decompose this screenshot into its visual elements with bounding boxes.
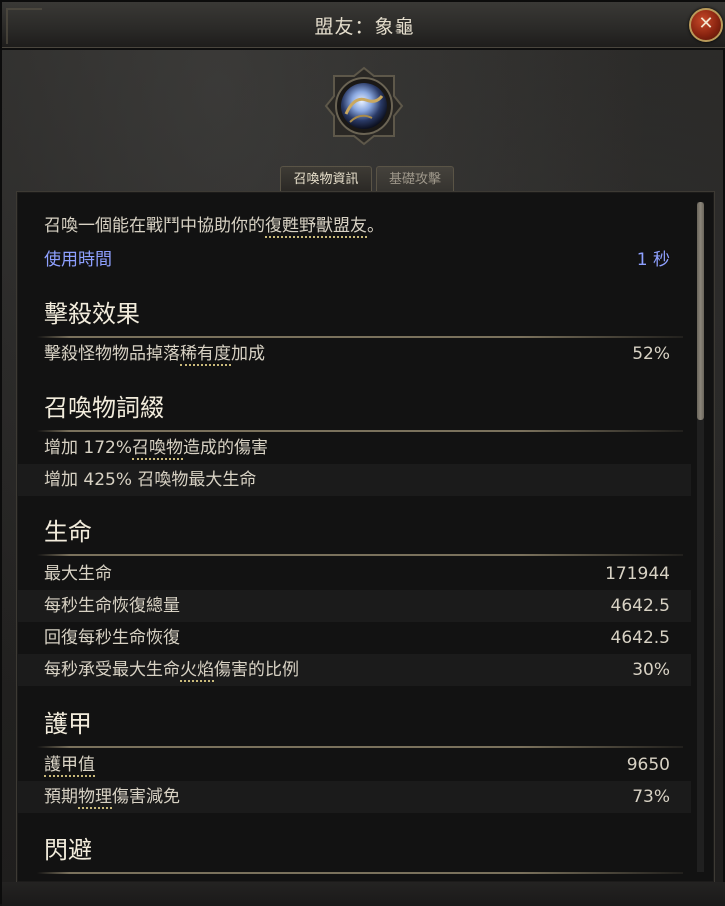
duration-row: 使用時間 1 秒 [17, 244, 691, 276]
keyword-link[interactable]: 復甦野獸盟友 [265, 216, 367, 238]
keyword-link[interactable]: 稀有度 [180, 344, 231, 366]
description-text: 召喚一個能在戰鬥中協助你的 [44, 216, 265, 236]
stat-row: 擊殺怪物物品掉落稀有度加成 52% [17, 338, 691, 370]
stat-label: 每秒生命恢復總量 [44, 596, 180, 616]
section-armor: 護甲 [17, 706, 691, 748]
stat-value: 30% [632, 660, 670, 680]
section-heading: 閃避 [44, 836, 92, 864]
stat-row: 增加 425% 召喚物最大生命 [17, 464, 691, 496]
keyword-link[interactable]: 物理 [78, 787, 112, 809]
stat-row: 每秒承受最大生命火焰傷害的比例 30% [17, 654, 691, 686]
description-suffix: 。 [367, 216, 384, 236]
summon-orb-icon [324, 66, 404, 146]
close-button[interactable]: ✕ [689, 8, 723, 42]
stat-label-suffix: 傷害減免 [112, 787, 180, 807]
stat-value: 4642.5 [610, 596, 670, 616]
stat-row: 預期物理傷害減免 73% [17, 781, 691, 813]
keyword-link[interactable]: 召喚物 [132, 438, 184, 460]
scrollbar-thumb[interactable] [697, 202, 704, 420]
keyword-link[interactable]: 護甲值 [44, 755, 95, 777]
section-heading: 擊殺效果 [44, 300, 140, 328]
description-row: 召喚一個能在戰鬥中協助你的復甦野獸盟友。 [17, 210, 691, 242]
stat-value: 52% [632, 344, 670, 364]
stat-value: 73% [632, 787, 670, 807]
stat-row: 護甲值 9650 [17, 749, 691, 781]
section-divider [37, 872, 683, 874]
stat-value: 9650 [626, 755, 670, 775]
stat-label: 增加 172% [44, 438, 133, 458]
stat-label: 擊殺怪物物品掉落 [44, 344, 180, 364]
stat-label-suffix: 加成 [231, 344, 265, 364]
info-scroll-content[interactable]: 召喚一個能在戰鬥中協助你的復甦野獸盟友。 使用時間 1 秒 擊殺效果 擊殺怪物物… [17, 192, 714, 882]
section-heading: 生命 [44, 518, 92, 546]
stat-value: 171944 [605, 564, 670, 584]
stat-label: 每秒承受最大生命 [44, 660, 180, 680]
window-bottom-frame [2, 882, 725, 906]
section-heading: 護甲 [44, 710, 92, 738]
section-heading: 召喚物詞綴 [44, 394, 164, 422]
stat-label: 增加 425% 召喚物最大生命 [44, 470, 257, 490]
stat-label-suffix: 造成的傷害 [183, 438, 269, 458]
section-evasion: 閃避 [17, 832, 691, 874]
duration-value: 1 秒 [636, 250, 670, 270]
stat-row: 增加 172%召喚物造成的傷害 [17, 432, 691, 464]
tab-summon-info[interactable]: 召喚物資訊 [280, 166, 372, 192]
section-life: 生命 [17, 514, 691, 556]
close-icon: ✕ [698, 13, 714, 34]
ally-info-window: 盟友：象龜 ✕ 召喚物資訊 基礎攻擊 召喚一個能在戰鬥中協助你的復甦野獸盟友。 … [0, 0, 725, 906]
tab-basic-attack[interactable]: 基礎攻擊 [376, 166, 454, 192]
section-kill-effects: 擊殺效果 [17, 296, 691, 338]
stat-row: 最大生命 171944 [17, 558, 691, 590]
stat-row: 每秒生命恢復總量 4642.5 [17, 590, 691, 622]
section-summon-affixes: 召喚物詞綴 [17, 390, 691, 432]
title-bar[interactable]: 盟友：象龜 ✕ [2, 2, 725, 50]
info-panel: 召喚一個能在戰鬥中協助你的復甦野獸盟友。 使用時間 1 秒 擊殺效果 擊殺怪物物… [16, 191, 715, 883]
stat-row: 回復每秒生命恢復 4642.5 [17, 622, 691, 654]
window-title: 盟友：象龜 [314, 16, 415, 38]
stat-label: 回復每秒生命恢復 [44, 628, 180, 648]
section-divider [37, 554, 683, 556]
stat-label-suffix: 傷害的比例 [214, 660, 299, 680]
stat-label: 最大生命 [44, 564, 112, 584]
scrollbar[interactable] [697, 202, 704, 872]
keyword-link[interactable]: 火焰 [180, 660, 214, 682]
duration-label: 使用時間 [44, 250, 112, 270]
stat-value: 4642.5 [610, 628, 670, 648]
section-divider [37, 746, 683, 748]
stat-label: 預期 [44, 787, 78, 807]
